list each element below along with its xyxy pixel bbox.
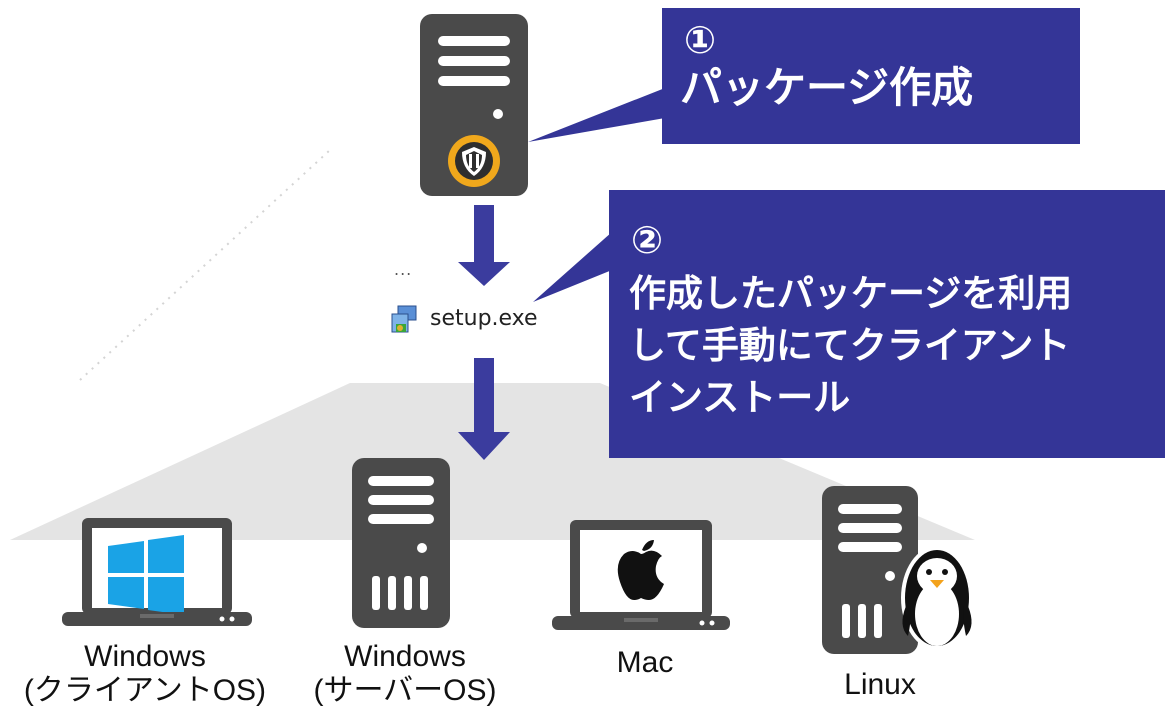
device-label-windows-client: Windows (クライアントOS)	[23, 640, 267, 707]
callout-2-number: ②	[631, 218, 664, 262]
callout-2-pointer	[533, 232, 612, 302]
callout-2-text: 作成したパッケージを利用 して手動にてクライアント インストール	[629, 272, 1073, 419]
server-tower-icon	[352, 458, 450, 628]
device-label-windows-server: Windows (サーバーOS)	[313, 640, 497, 707]
arrow-down-1	[458, 205, 510, 286]
windows-laptop-icon	[62, 518, 252, 626]
callout-manual-install: ② 作成したパッケージを利用 して手動にてクライアント インストール	[609, 190, 1165, 458]
arrow-down-2	[458, 358, 510, 460]
linux-server-icon	[822, 486, 973, 654]
device-label-linux: Linux	[844, 668, 916, 701]
callout-1-pointer	[528, 88, 665, 142]
callout-1-text: パッケージ作成	[680, 63, 974, 112]
callout-1-number: ①	[684, 18, 717, 62]
mac-laptop-icon	[552, 520, 730, 630]
callout-package-create: ① パッケージ作成	[662, 8, 1080, 144]
penguin-icon	[901, 546, 973, 650]
device-label-mac: Mac	[616, 646, 674, 679]
